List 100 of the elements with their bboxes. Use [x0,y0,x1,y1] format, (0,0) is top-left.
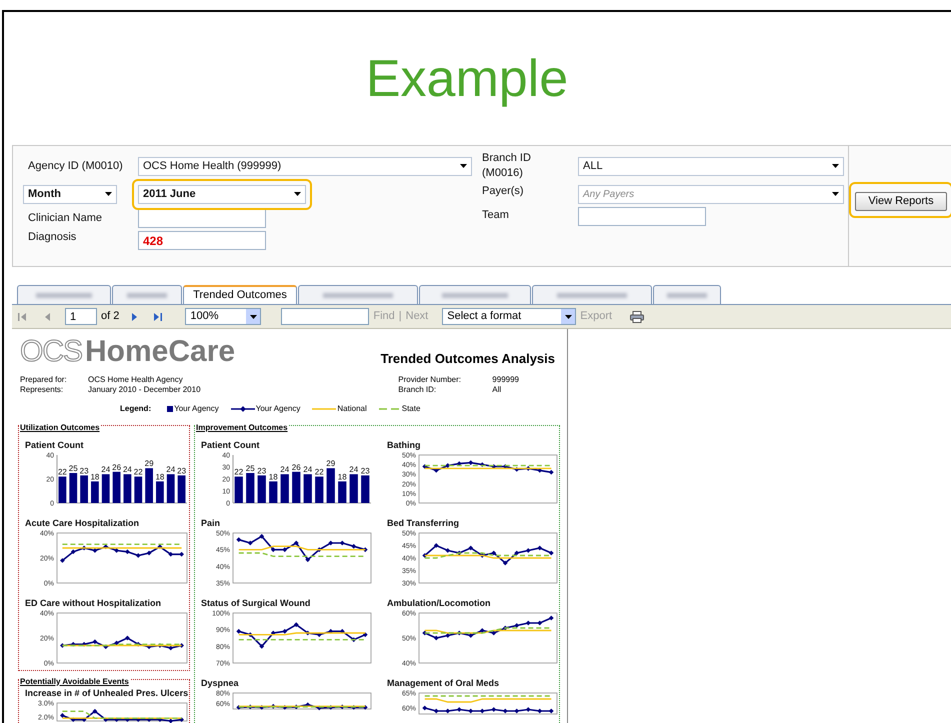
bar-value-label: 24 [280,464,290,474]
bar [350,474,358,502]
agency-dropdown[interactable]: OCS Home Health (999999) [138,156,472,176]
bar-value-label: 24 [166,464,176,474]
info-label: Represents: [20,384,64,394]
bar-value-label: 22 [58,467,67,476]
bar [315,476,324,502]
find-input[interactable] [281,308,370,325]
caret-icon [832,164,839,168]
team-input[interactable] [578,207,706,226]
legend-title: Legend: [120,402,152,414]
field-label: Team [481,208,510,223]
bar [124,474,132,502]
section-title: Utilization Outcomes [19,422,101,432]
report-tab[interactable] [653,285,721,304]
bar-value-label: 24 [303,464,312,474]
period-dropdown[interactable]: 2011 June [138,184,306,204]
section-title: Potentially Avoidable Events [19,676,130,686]
chart-title: Management of Oral Meds [387,678,500,688]
view-reports-button[interactable]: View Reports [855,192,947,211]
printer-icon[interactable] [630,310,644,322]
field-label: Clinician Name [28,210,103,226]
bar-value-label: 29 [326,458,336,468]
bar-value-label: 23 [360,466,370,475]
caret-icon [832,192,839,196]
chart-title: Bed Transferring [387,518,460,528]
bar-value-label: 24 [122,464,132,474]
report-tab[interactable] [17,285,111,304]
chart-title: Patient Count [25,440,84,450]
bar-value-label: 22 [234,467,244,476]
payers-dropdown[interactable]: Any Payers [578,184,844,204]
bar-value-label: 23 [80,466,89,475]
bar [258,474,266,502]
bar [292,471,300,502]
bar [91,480,99,502]
bar-value-label: 24 [349,464,358,474]
report-tab[interactable] [112,285,182,304]
diagnosis-input[interactable]: 428 [138,231,266,250]
info-value: All [492,384,502,394]
bar [280,474,289,502]
section-title: Improvement Outcomes [195,422,289,432]
bar-value-label: 18 [338,472,347,481]
chart-title: Patient Count [201,440,260,450]
bar-value-label: 25 [68,464,78,472]
legend-label: Your Agency [174,402,219,414]
info-label: Branch ID: [398,384,438,394]
zoom-dropdown[interactable]: 100% [185,308,262,325]
bar [134,476,142,502]
bar [269,480,278,502]
chart-title: ED Care without Hospitalization [25,598,162,608]
chart-title: Status of Surgical Wound [201,598,312,608]
bar [178,474,186,502]
caret-icon [460,164,467,168]
field-label: Payer(s) [481,184,525,199]
page-number-input[interactable]: 1 [65,308,97,325]
legend-label: National [337,402,367,414]
bar [326,468,335,502]
bar [304,474,312,502]
bar [156,480,164,502]
field-label: Diagnosis [28,230,78,245]
bar [145,468,153,502]
bar-value-label: 23 [177,466,186,475]
bar [166,474,175,502]
caret-icon [105,192,112,196]
legend-label: State [402,402,420,414]
bar [234,476,243,502]
bar-value-label: 23 [257,466,266,475]
chart-title: Bathing [387,440,422,450]
bar [102,474,110,502]
branch-dropdown[interactable]: ALL [578,156,844,176]
chart-title: Dyspnea [201,678,240,688]
bar [69,472,78,502]
report-tab[interactable]: Trended Outcomes [183,285,297,304]
bar-value-label: 26 [292,462,301,472]
bar [80,474,88,502]
report-tab[interactable] [419,285,531,304]
info-value: 999999 [492,374,519,384]
period-type-dropdown[interactable]: Month [23,184,117,204]
bar-value-label: 18 [268,472,278,481]
bar-value-label: 22 [314,467,324,476]
caret-icon [250,314,257,318]
page-count: of 2 [101,309,120,324]
chart-title: Ambulation/Locomotion [387,598,492,608]
bar [361,474,370,502]
clinician-input[interactable] [138,208,266,228]
report-tab[interactable] [532,285,652,304]
info-value: January 2010 - December 2010 [88,384,201,394]
chart-title: Acute Care Hospitalization [25,518,140,528]
bar-value-label: 29 [144,458,154,468]
slide-title: Example [366,52,568,104]
separator: | [398,309,402,324]
field-label: Branch ID (M0016) [481,151,532,181]
last-page-icon[interactable] [153,312,164,322]
format-dropdown[interactable]: Select a format [442,308,576,325]
next-page-icon[interactable] [129,312,140,322]
bar-value-label: 18 [155,472,164,481]
report-title: Trended Outcomes Analysis [380,350,555,368]
info-label: Prepared for: [20,374,68,384]
report-tab[interactable] [298,285,418,304]
info-label: Provider Number: [398,374,462,384]
